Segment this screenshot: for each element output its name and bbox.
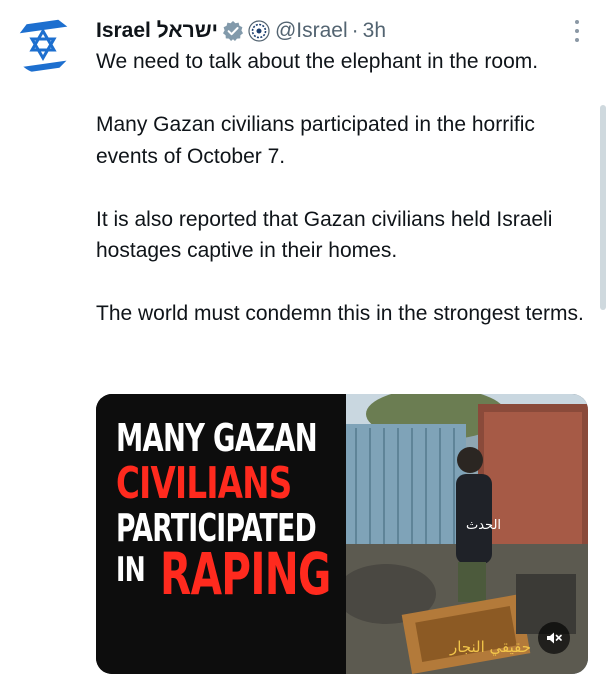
tweet-timestamp[interactable]: 3h xyxy=(363,19,386,43)
government-seal-icon[interactable] xyxy=(248,20,270,42)
unmute-button[interactable] xyxy=(538,622,570,654)
headline-line-4b: RAPING xyxy=(160,540,331,608)
video-frame: الحدث حقيقي النجار xyxy=(346,394,588,674)
author-handle[interactable]: @Israel xyxy=(275,19,348,43)
tweet-paragraph: We need to talk about the elephant in th… xyxy=(96,50,539,73)
speaker-muted-icon xyxy=(547,632,562,644)
display-name[interactable]: Israel ישראל xyxy=(96,19,218,43)
channel-watermark: الحدث xyxy=(466,518,502,533)
verified-gray-badge-icon[interactable] xyxy=(222,20,244,42)
tweet-paragraph: It is also reported that Gazan civilians… xyxy=(96,207,553,263)
tweet-header: Israel ישראל @Israel · 3h xyxy=(96,16,386,46)
meta-separator: · xyxy=(351,19,359,42)
headline-line-4a: IN xyxy=(116,550,146,590)
tweet-card[interactable]: Israel ישראל @Israel · 3h We need to tal… xyxy=(0,0,606,680)
headline-line-2: CIVILIANS xyxy=(116,458,292,509)
more-options-icon[interactable] xyxy=(572,18,582,44)
tweet-paragraph: The world must condemn this in the stron… xyxy=(96,302,584,325)
video-title-card: MANY GAZAN CIVILIANS PARTICIPATED IN RAP… xyxy=(96,394,346,674)
video-caption: حقيقي النجار xyxy=(450,638,532,656)
page-scrollbar[interactable] xyxy=(600,105,606,310)
avatar[interactable] xyxy=(13,14,73,74)
tweet-text: We need to talk about the elephant in th… xyxy=(96,46,592,330)
video-player[interactable]: MANY GAZAN CIVILIANS PARTICIPATED IN RAP… xyxy=(96,394,588,674)
star-of-david-icon xyxy=(13,14,73,74)
tweet-paragraph: Many Gazan civilians participated in the… xyxy=(96,113,535,168)
headline-line-1: MANY GAZAN xyxy=(116,416,318,460)
